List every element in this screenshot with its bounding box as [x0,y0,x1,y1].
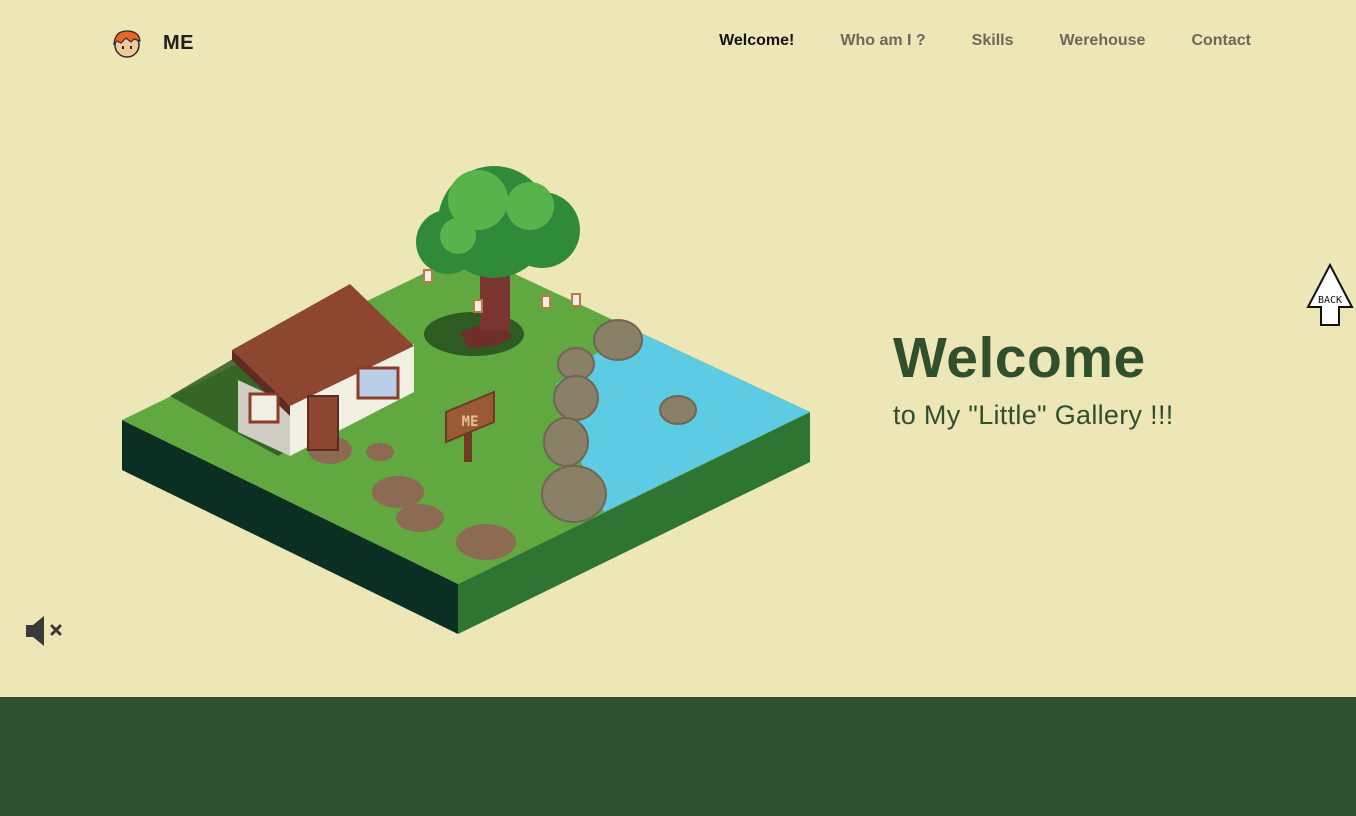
hero-subtitle: to My "Little" Gallery !!! [893,400,1174,430]
nav-item-who-am-i[interactable]: Who am I ? [840,32,925,50]
back-button[interactable]: BACK [1306,263,1356,327]
mute-button[interactable] [24,614,68,648]
sign-label: ME [462,414,479,430]
nav-item-skills[interactable]: Skills [972,32,1014,50]
back-button-label: BACK [1318,295,1342,306]
nav-item-welcome[interactable]: Welcome! [719,32,794,50]
nav-item-werehouse[interactable]: Werehouse [1059,32,1145,50]
navbar: ME Welcome! Who am I ? Skills Werehouse … [0,0,1356,86]
speaker-muted-icon [26,616,62,646]
brand-name: ME [163,31,194,54]
isometric-island-illustration: ME [122,166,810,634]
character-face-icon [113,30,141,58]
hero-title: Welcome [893,326,1146,390]
brand[interactable]: ME [110,26,194,60]
main-nav: Welcome! Who am I ? Skills Werehouse Con… [719,32,1251,50]
nav-item-contact[interactable]: Contact [1191,32,1251,50]
footer-band [0,697,1356,816]
